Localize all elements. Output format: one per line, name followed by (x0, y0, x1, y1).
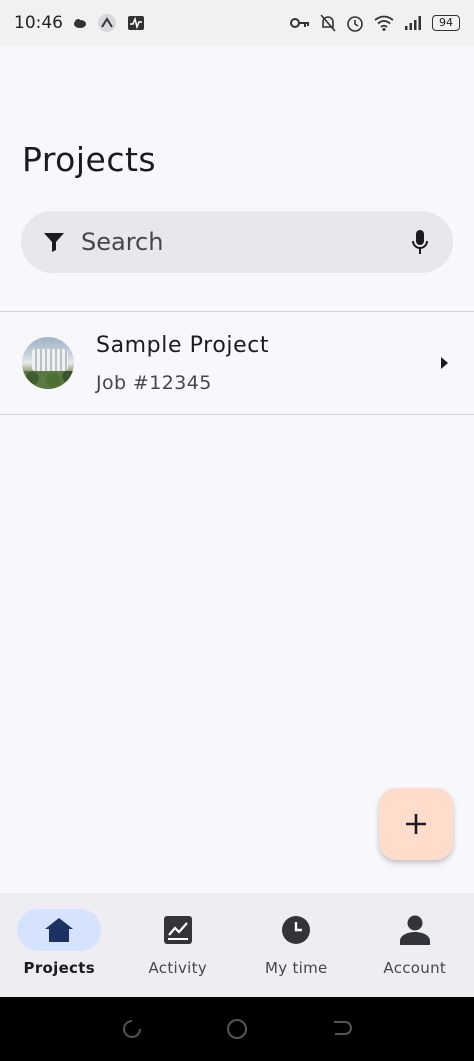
nav-item-account[interactable]: Account (356, 893, 474, 997)
status-time: 10:46 (14, 13, 63, 33)
list-item[interactable]: Sample Project Job #12345 (0, 312, 474, 414)
wifi-icon (374, 15, 394, 31)
system-navigation-bar (0, 997, 474, 1061)
microphone-icon[interactable] (411, 229, 429, 255)
bottom-navigation: Projects Activity My time Account (0, 893, 474, 997)
nav-active-indicator (17, 909, 102, 951)
list-divider-bottom (0, 414, 474, 415)
nav-item-activity[interactable]: Activity (119, 893, 238, 997)
key-icon (290, 17, 310, 29)
chevron-right-icon (436, 353, 452, 373)
bell-off-icon (320, 14, 336, 32)
search-bar[interactable]: Search (21, 211, 453, 273)
nav-label: Account (383, 959, 447, 977)
cloud-icon (73, 18, 87, 28)
nav-item-my-time[interactable]: My time (237, 893, 356, 997)
battery-indicator: 94 (432, 15, 460, 31)
filter-icon[interactable] (43, 231, 65, 253)
search-input[interactable]: Search (81, 228, 411, 256)
alarm-icon (346, 14, 364, 32)
back-icon[interactable] (331, 1018, 353, 1040)
activity-notification-icon (127, 15, 145, 31)
signal-icon (404, 15, 422, 31)
nav-label: My time (264, 959, 328, 977)
app-notification-icon (97, 13, 117, 33)
plus-icon (404, 812, 428, 836)
home-button-icon[interactable] (225, 1017, 249, 1041)
status-bar: 10:46 94 (0, 0, 474, 46)
page-title: Projects (22, 140, 157, 179)
home-icon (43, 916, 75, 944)
nav-label: Projects (23, 959, 95, 977)
project-name: Sample Project (96, 332, 270, 358)
chart-icon (163, 915, 193, 945)
person-icon (399, 914, 431, 946)
add-project-button[interactable] (379, 788, 453, 860)
recent-apps-icon[interactable] (121, 1018, 143, 1040)
project-avatar (22, 337, 74, 389)
project-job-number: Job #12345 (96, 371, 212, 394)
nav-item-projects[interactable]: Projects (0, 893, 119, 997)
nav-label: Activity (148, 959, 207, 977)
clock-icon (281, 915, 311, 945)
